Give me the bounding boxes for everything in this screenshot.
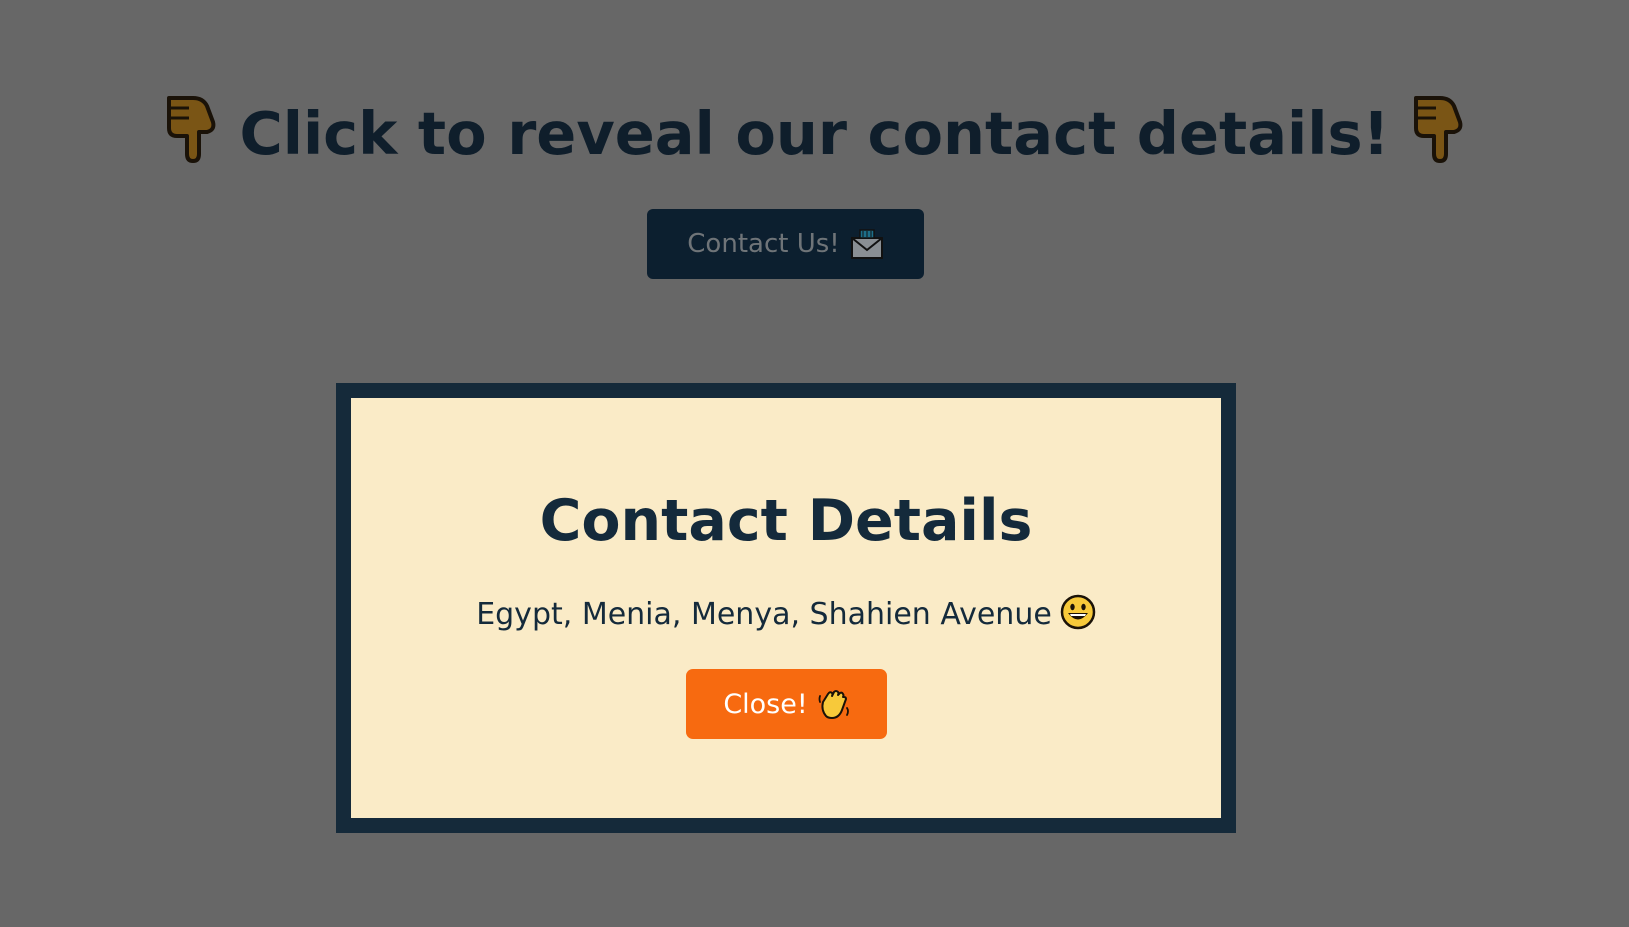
contact-us-button[interactable]: Contact Us! (647, 209, 924, 279)
contact-details-modal: Contact Details Egypt, Menia, Menya, Sha… (336, 383, 1236, 833)
pointing-down-hand-icon (1413, 96, 1462, 163)
waving-hand-icon (818, 690, 849, 719)
modal-title: Contact Details (539, 488, 1033, 554)
address-text: Egypt, Menia, Menya, Shahien Avenue (476, 597, 1052, 632)
headline-text: Click to reveal our contact details! (239, 99, 1390, 168)
smiley-face-icon (1060, 594, 1096, 630)
close-button-label: Close! (723, 688, 808, 720)
pointing-down-hand-icon (167, 96, 216, 163)
contact-address: Egypt, Menia, Menya, Shahien Avenue (351, 594, 1221, 635)
modal-card: Contact Details Egypt, Menia, Menya, Sha… (351, 398, 1221, 818)
contact-us-label: Contact Us! (687, 229, 840, 259)
envelope-icon (850, 229, 883, 259)
close-button[interactable]: Close! (686, 669, 887, 739)
page-headline: Click to reveal our contact details! (0, 92, 1629, 176)
